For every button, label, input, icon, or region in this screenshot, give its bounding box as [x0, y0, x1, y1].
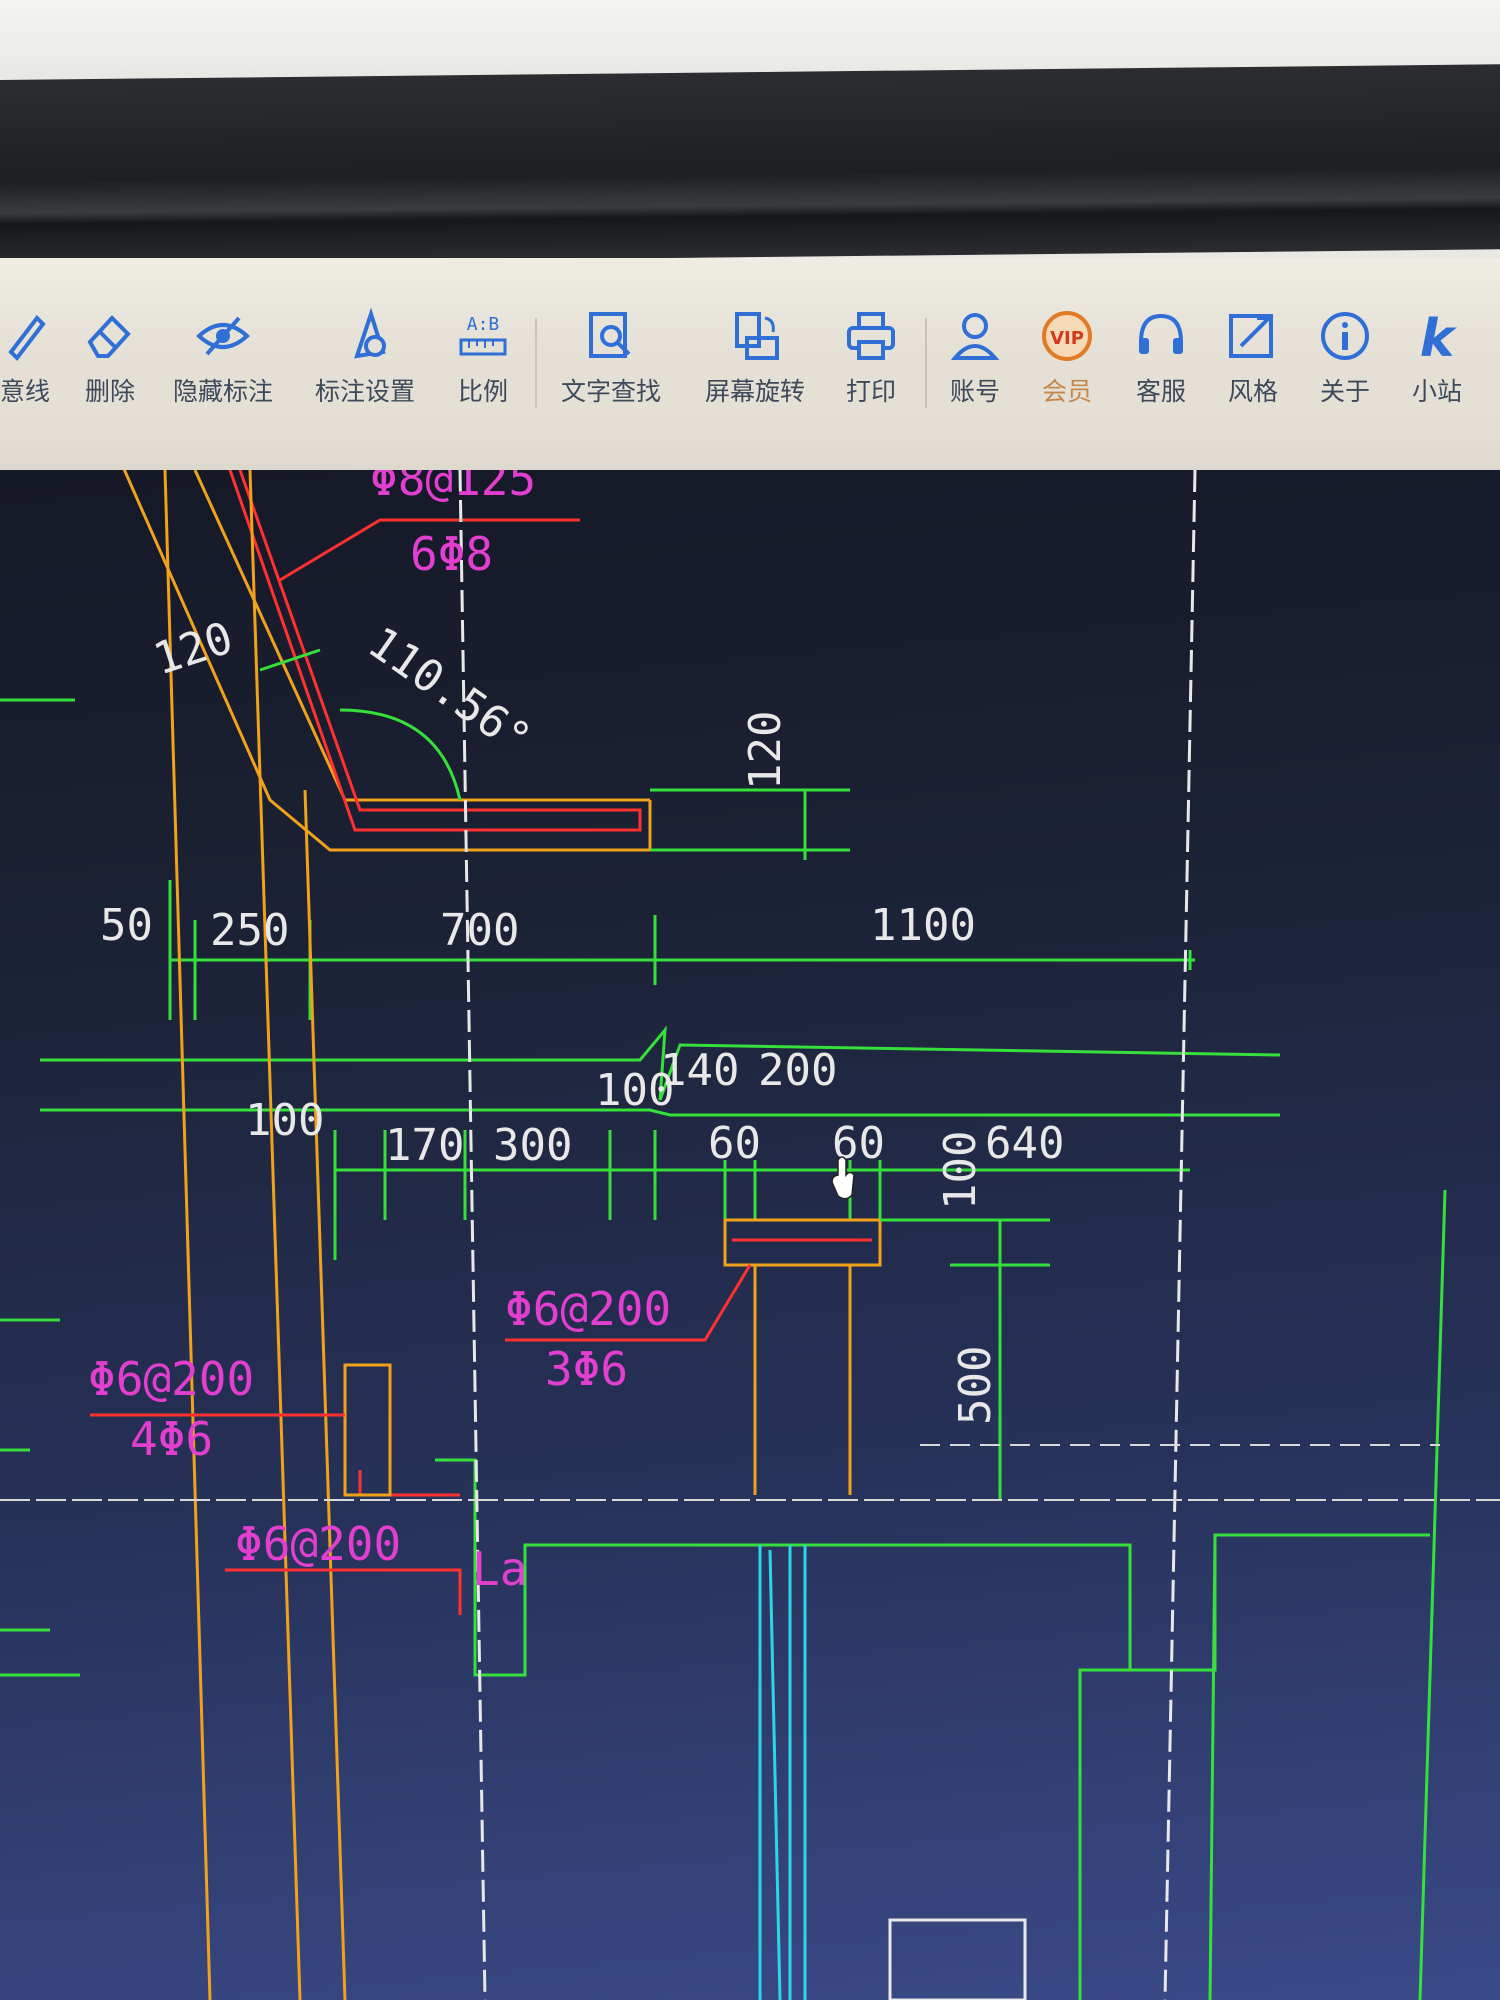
k-logo-icon: k — [1420, 309, 1458, 364]
dim-label: 200 — [758, 1045, 837, 1096]
small-beam-web — [753, 1265, 852, 1495]
gear-pen-icon — [354, 308, 386, 359]
angle-arc — [339, 708, 462, 801]
pencil-icon — [8, 314, 46, 362]
cad-drawing: 110.56° 120 120 50 250 700 1100 100 140 … — [0, 470, 1500, 2000]
dim-label: 300 — [493, 1120, 572, 1171]
svg-text:k: k — [1420, 309, 1458, 364]
toolbar-separator — [535, 318, 537, 408]
text-search-icon — [589, 312, 631, 358]
cyan-member — [758, 1545, 807, 2000]
corner-column — [343, 1363, 392, 1497]
angle-label: 110.56° — [359, 617, 540, 765]
rebar-label: Φ6@200 — [88, 1352, 254, 1406]
dim-label: 500 — [950, 1346, 1001, 1425]
toolbar-label: 隐藏标注 — [172, 377, 273, 406]
toolbar-rotate-screen[interactable]: 屏幕旋转 — [700, 308, 810, 408]
dim-120-right — [650, 788, 850, 860]
dim-row-1 — [168, 880, 1195, 1020]
left-tick-lines — [0, 698, 80, 1677]
monitor-bezel — [0, 64, 1500, 265]
toolbar-scale[interactable]: A:B 比例 — [428, 308, 538, 408]
dim-label: 700 — [440, 905, 519, 956]
rebar-label: 4Φ6 — [130, 1412, 213, 1466]
vip-icon: VIP — [1042, 311, 1092, 361]
toolbar-label: 删除 — [84, 377, 135, 406]
drawing-canvas[interactable]: 110.56° 120 120 50 250 700 1100 100 140 … — [0, 470, 1500, 2000]
rebar-label: 6Φ8 — [410, 527, 493, 581]
toolbar-label: 打印 — [845, 377, 896, 406]
toolbar-label: 标注设置 — [314, 377, 415, 406]
toolbar-text-search[interactable]: 文字查找 — [556, 308, 666, 408]
dim-label: 50 — [100, 900, 153, 951]
toolbar-site[interactable]: k 小站 — [1382, 308, 1492, 408]
dim-label: 100 — [245, 1095, 324, 1146]
toolbar-label: 比例 — [457, 377, 508, 406]
dim-label: 100 — [935, 1131, 986, 1210]
la-label: La — [472, 1542, 527, 1596]
dim-label: 120 — [740, 711, 791, 790]
dim-label: 1100 — [870, 900, 976, 951]
column-outline — [163, 470, 347, 2000]
rebar-label: Φ8@125 — [370, 470, 536, 506]
dim-label: 120 — [148, 612, 239, 685]
info-icon — [1321, 312, 1369, 360]
toolbar-label: 文字查找 — [560, 377, 661, 406]
dim-label: 170 — [385, 1120, 464, 1171]
eye-slash-icon — [196, 316, 250, 356]
rebar-label: Φ6@200 — [505, 1282, 671, 1336]
dim-label: 250 — [210, 905, 289, 956]
ruler-icon: A:B — [459, 314, 507, 356]
toolbar: 意线 删除 隐藏标注 标注设置 A:B 比例 文字查找 屏幕旋转 打印 账号 V… — [0, 258, 1500, 473]
rebar-label: 3Φ6 — [545, 1342, 628, 1396]
eraser-icon — [87, 315, 131, 358]
toolbar-print[interactable]: 打印 — [816, 308, 926, 408]
style-icon — [1229, 314, 1273, 358]
svg-text:VIP: VIP — [1050, 328, 1084, 349]
dim-label: 640 — [985, 1118, 1064, 1169]
toolbar-label: 小站 — [1411, 377, 1462, 406]
small-beam — [723, 1218, 882, 1267]
corner-rebar — [345, 1363, 460, 1497]
toolbar-delete[interactable]: 删除 — [55, 308, 165, 408]
axis-line-b — [1163, 470, 1197, 2000]
toolbar-label: 屏幕旋转 — [704, 377, 805, 406]
toolbar-dimension-settings[interactable]: 标注设置 — [310, 308, 420, 408]
dim-label: 140 — [660, 1045, 739, 1096]
headset-icon — [1139, 313, 1183, 354]
lower-box — [888, 1918, 1027, 2000]
rotate-screen-icon — [735, 312, 779, 360]
dim-label: 60 — [708, 1118, 761, 1169]
user-icon — [950, 313, 1000, 360]
printer-icon — [847, 312, 895, 360]
toolbar-hide-dimension[interactable]: 隐藏标注 — [168, 308, 278, 408]
rebar-label: Φ6@200 — [235, 1517, 401, 1571]
svg-text:A:B: A:B — [467, 314, 500, 335]
